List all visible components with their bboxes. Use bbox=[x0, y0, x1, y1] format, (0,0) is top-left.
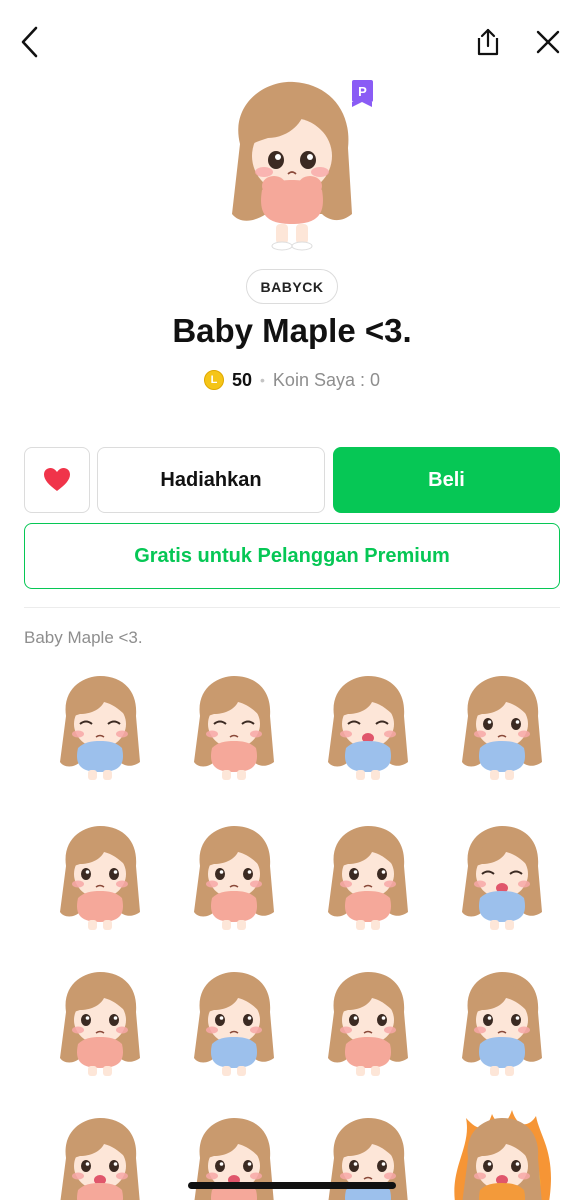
chevron-left-icon bbox=[21, 26, 38, 58]
close-icon bbox=[536, 30, 560, 54]
author-chip[interactable]: BABYCK bbox=[246, 269, 338, 304]
gift-button[interactable]: Hadiahkan bbox=[97, 447, 325, 513]
separator-dot: • bbox=[260, 372, 265, 388]
sticker-item[interactable] bbox=[174, 816, 294, 936]
sticker-item[interactable] bbox=[174, 962, 294, 1082]
sticker-item[interactable] bbox=[40, 816, 160, 936]
sticker-item[interactable] bbox=[40, 962, 160, 1082]
sticker-item[interactable] bbox=[40, 666, 160, 786]
sticker-item[interactable] bbox=[442, 666, 562, 786]
price-value: 50 bbox=[231, 369, 253, 390]
home-indicator bbox=[188, 1182, 396, 1189]
main-sticker-image bbox=[232, 81, 352, 251]
sticker-grid bbox=[24, 666, 560, 1200]
back-button[interactable] bbox=[10, 22, 50, 62]
favorite-button[interactable] bbox=[24, 447, 90, 513]
share-button[interactable] bbox=[468, 22, 508, 62]
sticker-item[interactable] bbox=[174, 666, 294, 786]
divider bbox=[24, 607, 560, 608]
sticker-title: Baby Maple <3. bbox=[172, 312, 412, 349]
line-coin-icon: L bbox=[203, 370, 224, 390]
heart-icon bbox=[44, 468, 70, 491]
premium-badge: P bbox=[352, 80, 373, 107]
premium-free-button[interactable]: Gratis untuk Pelanggan Premium bbox=[24, 523, 560, 589]
price-row: L 50 • Koin Saya : 0 bbox=[0, 366, 584, 394]
sticker-item[interactable] bbox=[308, 962, 428, 1082]
top-bar bbox=[0, 0, 584, 84]
sticker-item[interactable] bbox=[308, 816, 428, 936]
sticker-item[interactable] bbox=[40, 1108, 160, 1200]
sticker-item[interactable] bbox=[442, 1108, 562, 1200]
sticker-set-label: Baby Maple <3. bbox=[24, 628, 143, 647]
share-icon bbox=[477, 28, 499, 56]
close-button[interactable] bbox=[528, 22, 568, 62]
sticker-item[interactable] bbox=[308, 666, 428, 786]
sticker-item[interactable] bbox=[442, 816, 562, 936]
my-coin-balance: Koin Saya : 0 bbox=[272, 369, 380, 390]
buy-button[interactable]: Beli bbox=[333, 447, 560, 513]
sticker-item[interactable] bbox=[442, 962, 562, 1082]
